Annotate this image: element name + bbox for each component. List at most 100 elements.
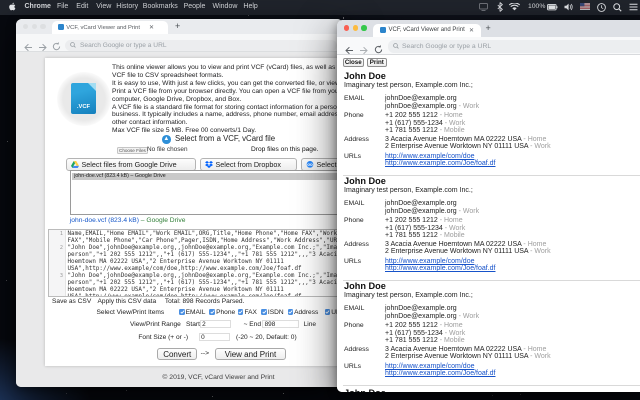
bg-toolbar: Search Google or type a URL — [16, 34, 343, 53]
email-value: johnDoe@example.org — [385, 95, 457, 103]
url-link-anchor[interactable]: http://www.example/com/doe — [385, 258, 475, 265]
bluetooth-icon[interactable] — [497, 2, 503, 14]
tab-favicon — [380, 27, 386, 34]
notification-center-icon[interactable] — [629, 3, 638, 13]
zoom-window-button[interactable] — [40, 24, 46, 30]
close-window-button[interactable] — [343, 25, 349, 31]
arrow-label: --> — [200, 349, 210, 357]
clock-icon[interactable] — [597, 2, 606, 14]
file-link[interactable]: john-doe.vcf (823.4 kB) – Google Drive — [70, 217, 186, 224]
csv-line: USA",http://www.example/com/doe,http://w… — [68, 294, 302, 296]
address-value: 2 Enterprise Avenue Worktown NY 01111 US… — [385, 248, 551, 256]
us-flag-icon[interactable] — [580, 3, 590, 12]
new-tab-button[interactable]: + — [486, 23, 491, 33]
convert-button[interactable]: Convert — [157, 347, 198, 360]
tab-close-icon[interactable]: ✕ — [469, 27, 474, 34]
menu-item-chrome[interactable]: Chrome — [25, 3, 51, 10]
url-link-anchor[interactable]: http://www.example.com/Joe/foaf.df — [385, 370, 496, 377]
vcard-entry: John Doe Imaginary test person, Example.c… — [337, 176, 640, 281]
csv-line: FAX","Mobile Phone","Car Phone",Pager,IS… — [67, 238, 343, 245]
menu-item-file[interactable]: File — [57, 3, 68, 10]
new-tab-button[interactable]: + — [175, 21, 180, 31]
line-label: Line — [303, 320, 317, 328]
intro-line: It is easy to use, With just a few click… — [112, 79, 343, 87]
wifi-icon[interactable] — [508, 2, 521, 13]
select-file-heading: Select from a VCF, vCard file — [175, 133, 276, 143]
menu-item-edit[interactable]: Edit — [76, 3, 88, 10]
fg-toolbar: Search Google or type a URL — [337, 37, 640, 55]
address-bar[interactable]: Search Google or type a URL — [65, 39, 337, 51]
csv-line: "John Doe",johnDoe@example.org,,johnDoe@… — [67, 273, 343, 280]
phone-value: +1 (617) 555-1234 - Work — [385, 329, 466, 337]
menu-item-people[interactable]: People — [184, 3, 206, 10]
address-placeholder: Search Google or type a URL — [402, 42, 492, 50]
csv-editor[interactable]: 1 Name,EMAIL,"Home EMAIL","Work EMAIL",OR… — [48, 229, 343, 298]
save-as-csv-link[interactable]: Save as CSV — [52, 298, 91, 305]
urls-label: URLs — [344, 152, 361, 160]
email-value: johnDoe@example.org - Work — [385, 102, 480, 110]
display-icon[interactable] — [479, 3, 488, 13]
start-label: Start — [186, 320, 200, 328]
minimize-window-button[interactable] — [31, 24, 37, 30]
checkbox-email[interactable] — [179, 309, 185, 315]
address-bar[interactable]: Search Google or type a URL — [388, 40, 640, 53]
csv-line: Hoemtown MA 02222 USA","2 Enterprise Ave… — [67, 287, 284, 294]
apply-csv-link[interactable]: Apply this CSV data — [98, 298, 157, 305]
url-link: http://www.example.com/Joe/foaf.df — [385, 265, 496, 272]
address-label: Address — [344, 240, 369, 248]
url-link-anchor[interactable]: http://www.example/com/doe — [385, 153, 475, 160]
contact-name: John Doe — [344, 71, 386, 82]
menu-item-bookmarks[interactable]: Bookmarks — [143, 3, 178, 10]
listbox-selected-row[interactable]: john-doe.vcf (823.4 kB) – Google Drive — [72, 172, 341, 181]
intro-line: VCF file to CSV spreadsheet formats. — [112, 71, 224, 79]
close-window-button[interactable] — [22, 24, 28, 30]
spotlight-icon[interactable] — [613, 2, 622, 14]
apple-menu-icon[interactable] — [9, 2, 16, 11]
checkbox-label-isdn: ISDN — [267, 308, 284, 316]
url-link-anchor[interactable]: http://www.example/com/doe — [385, 363, 475, 370]
checkbox-urls[interactable] — [324, 309, 331, 315]
view-and-print-button[interactable]: View and Print — [214, 347, 287, 360]
choose-files-button[interactable]: Choose Files — [117, 146, 148, 154]
address-value: 3 Acacia Avenue Hoemtown MA 02222 USA - … — [385, 345, 547, 353]
bg-browser-tab[interactable]: VCF, vCard Viewer and Print ✕ — [52, 21, 168, 35]
total-records-label: Total: 898 Records Parsed. — [164, 297, 245, 305]
font-size-label: Font Size (+ or -) — [138, 333, 189, 341]
start-input[interactable]: 2 — [199, 319, 231, 328]
minimize-window-button[interactable] — [352, 25, 358, 31]
csv-line: Hoemtown MA 02222 USA","2 Enterprise Ave… — [67, 259, 284, 266]
file-listbox[interactable]: john-doe.vcf (823.4 kB) – Google Drive — [70, 170, 343, 215]
volume-icon[interactable] — [564, 3, 573, 13]
csv-line: USA",http://www.example/com/doe,http://w… — [67, 266, 302, 273]
upload-icon: ▲ — [162, 135, 171, 144]
checkbox-fax[interactable] — [237, 309, 244, 315]
urls-label: URLs — [344, 362, 361, 370]
contact-name: John Doe — [344, 176, 386, 187]
phone-value: +1 202 555 1212 - Home — [385, 322, 463, 330]
url-link-anchor[interactable]: http://www.example.com/Joe/foaf.df — [385, 265, 496, 272]
phone-label: Phone — [344, 112, 364, 120]
intro-line: other contact information. — [112, 119, 188, 127]
fg-browser-tab[interactable]: VCF, vCard Viewer and Print ✕ — [373, 24, 481, 37]
close-button[interactable]: Close — [343, 58, 364, 67]
checkbox-phone[interactable] — [209, 309, 215, 315]
battery-icon[interactable] — [547, 3, 558, 13]
font-size-input[interactable]: 0 — [198, 332, 230, 341]
tab-close-icon[interactable]: ✕ — [149, 24, 154, 31]
print-button[interactable]: Print — [367, 58, 387, 67]
zoom-window-button[interactable] — [361, 25, 367, 31]
url-link-anchor[interactable]: http://www.example.com/Joe/foaf.df — [385, 160, 496, 167]
font-size-note: (-20 ~ 20, Default: 0) — [236, 333, 297, 341]
email-value: johnDoe@example.org - Work — [385, 207, 480, 215]
viewer-page: .VCF This online viewer allows you to vi… — [16, 52, 343, 387]
checkbox-address[interactable] — [287, 309, 294, 315]
menu-item-window[interactable]: Window — [213, 3, 238, 10]
checkbox-isdn[interactable] — [261, 309, 267, 315]
menu-item-view[interactable]: View — [96, 3, 111, 10]
menu-item-help[interactable]: Help — [243, 3, 257, 10]
phone-value: +1 781 555 1212 - Mobile — [385, 337, 465, 345]
phone-label: Phone — [344, 217, 364, 225]
menu-item-history[interactable]: History — [116, 3, 138, 10]
end-input[interactable]: 898 — [262, 319, 300, 328]
phone-value: +1 202 555 1212 - Home — [385, 112, 463, 120]
